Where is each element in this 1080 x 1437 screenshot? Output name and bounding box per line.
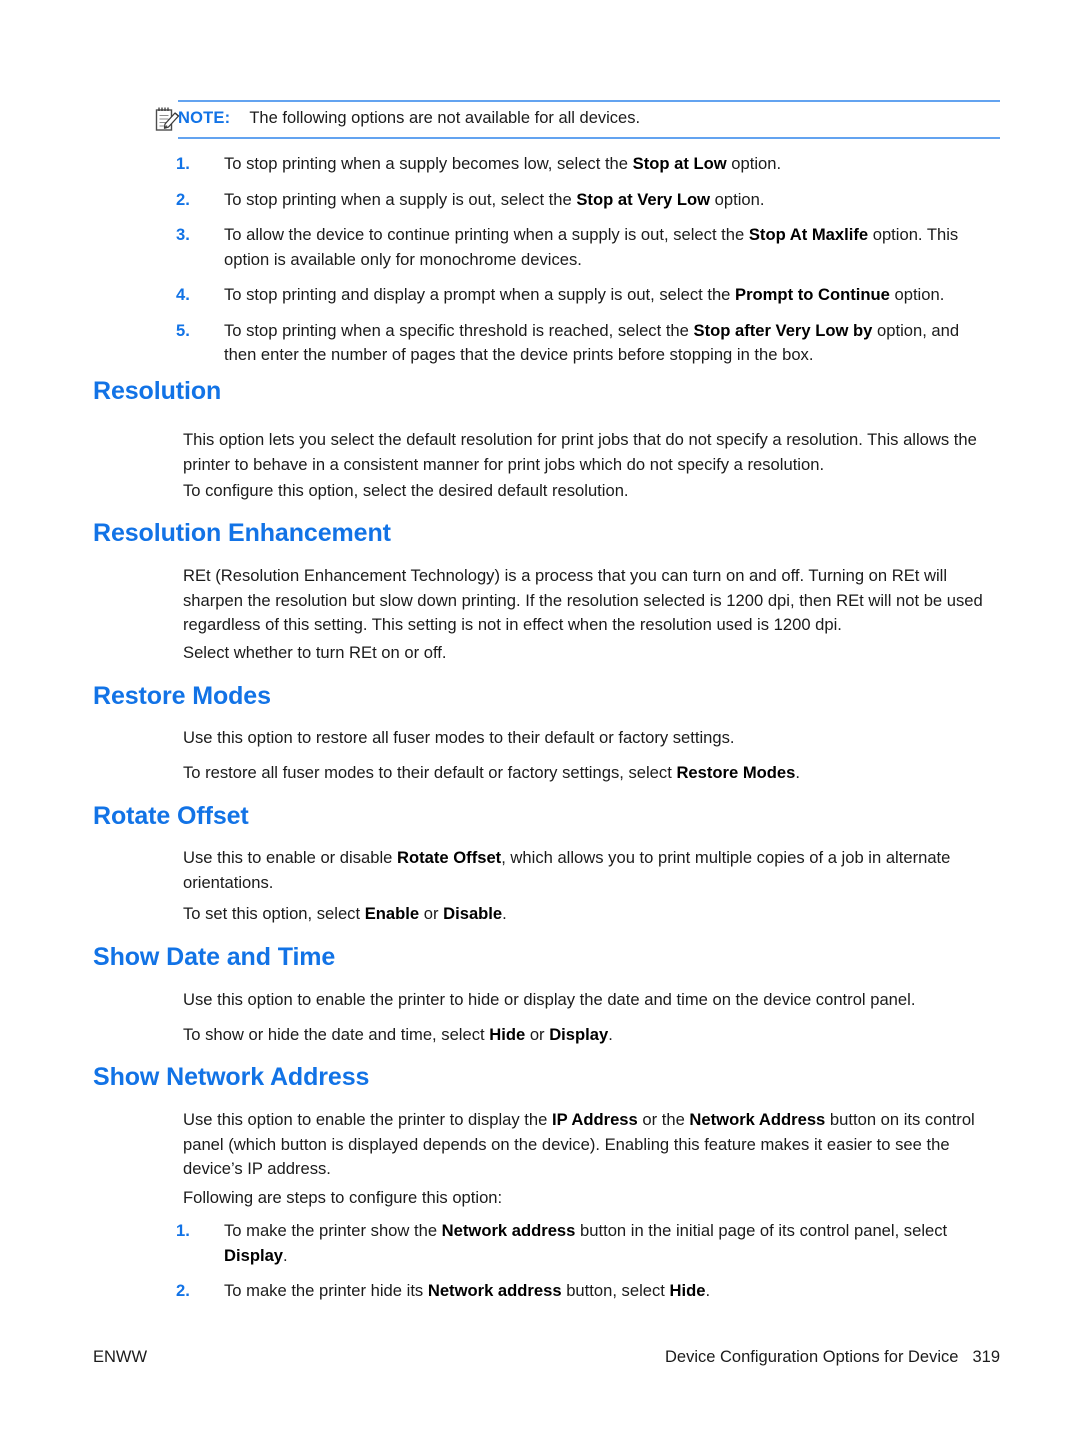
list-item: 2. To stop printing when a supply is out…: [176, 188, 991, 213]
list-marker: 2.: [176, 189, 190, 209]
network-address-steps-list: 1. To make the printer show the Network …: [176, 1219, 991, 1304]
show-network-address-paragraph-2: Following are steps to configure this op…: [183, 1188, 503, 1207]
list-item: 1. To stop printing when a supply become…: [176, 152, 991, 177]
list-item: 2. To make the printer hide its Network …: [176, 1279, 991, 1304]
list-item-text: To make the printer hide its Network add…: [224, 1281, 711, 1301]
heading-resolution: Resolution: [93, 377, 222, 405]
heading-restore-modes: Restore Modes: [93, 682, 271, 710]
list-marker: 2.: [176, 1281, 190, 1301]
list-marker: 1.: [176, 1221, 190, 1240]
document-page: NOTE: The following options are not avail…: [0, 0, 1080, 1437]
note-text: The following options are not available …: [249, 109, 641, 127]
list-item: 1. To make the printer show the Network …: [176, 1219, 991, 1268]
resolution-paragraph-2: To configure this option, select the des…: [183, 481, 629, 500]
footer-page-number: 319: [972, 1348, 1000, 1366]
footer-chapter-label: Device Configuration Options for Device: [664, 1348, 959, 1366]
list-item-text: To stop printing when a supply is out, s…: [224, 189, 765, 209]
rotate-offset-paragraph-1: Use this to enable or disable Rotate Off…: [183, 848, 951, 892]
list-item: 5. To stop printing when a specific thre…: [176, 319, 991, 368]
supply-options-list: 1. To stop printing when a supply become…: [176, 152, 991, 368]
list-marker: 3.: [176, 225, 190, 245]
rotate-offset-paragraph-2: To set this option, select Enable or Dis…: [183, 904, 507, 923]
list-item: 4. To stop printing and display a prompt…: [176, 283, 991, 308]
show-date-and-time-paragraph-1: Use this option to enable the printer to…: [183, 990, 916, 1009]
resolution-enhancement-paragraph-2: Select whether to turn REt on or off.: [183, 643, 447, 662]
list-item-text: To allow the device to continue printing…: [224, 225, 959, 269]
list-item-text: To make the printer show the Network add…: [224, 1221, 948, 1265]
heading-rotate-offset: Rotate Offset: [93, 802, 249, 830]
list-item-text: To stop printing and display a prompt wh…: [224, 285, 945, 305]
list-marker: 4.: [176, 285, 190, 305]
show-network-address-paragraph-1: Use this option to enable the printer to…: [183, 1110, 975, 1179]
note-admonition: NOTE: The following options are not avail…: [155, 100, 1000, 139]
footer-locale: ENWW: [93, 1348, 148, 1366]
show-date-and-time-paragraph-2: To show or hide the date and time, selec…: [183, 1025, 613, 1044]
resolution-enhancement-paragraph-1: REt (Resolution Enhancement Technology) …: [183, 566, 983, 635]
list-marker: 1.: [176, 154, 190, 173]
heading-resolution-enhancement: Resolution Enhancement: [93, 519, 391, 547]
list-item-text: To stop printing when a specific thresho…: [224, 320, 960, 365]
footer-chapter-title: Device Configuration Options for Device 3…: [665, 1348, 1000, 1367]
page-footer: ENWW Device Configuration Options for De…: [93, 1348, 1000, 1372]
list-item-text: To stop printing when a supply becomes l…: [224, 154, 782, 173]
heading-show-date-and-time: Show Date and Time: [93, 943, 336, 971]
note-body: NOTE: The following options are not avail…: [178, 100, 1000, 139]
resolution-paragraph-1: This option lets you select the default …: [183, 430, 977, 474]
list-item: 3. To allow the device to continue print…: [176, 223, 991, 272]
note-pencil-icon: [155, 106, 181, 134]
restore-modes-paragraph-1: Use this option to restore all fuser mod…: [183, 728, 735, 747]
heading-show-network-address: Show Network Address: [93, 1063, 370, 1091]
note-label: NOTE:: [178, 109, 231, 127]
restore-modes-paragraph-2: To restore all fuser modes to their defa…: [183, 763, 801, 782]
list-marker: 5.: [176, 320, 190, 340]
